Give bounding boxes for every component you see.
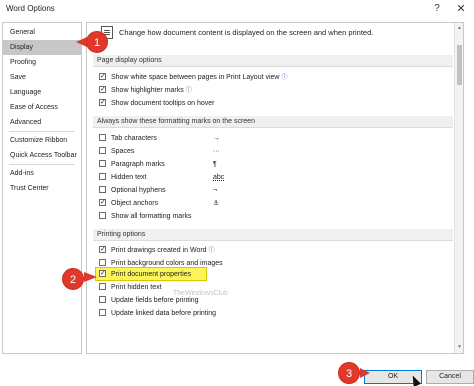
option-label: Spaces <box>111 148 135 155</box>
sidebar-item-language[interactable]: Language <box>3 85 81 100</box>
checkbox[interactable] <box>99 146 106 154</box>
sidebar-item-trust-center[interactable]: Trust Center <box>3 181 81 196</box>
step-badge-1: 1 <box>86 31 108 53</box>
title-bar: Word Options ? ✕ <box>0 0 474 20</box>
option-show-white-space[interactable]: ✓ Show white space between pages in Print… <box>99 72 288 83</box>
sidebar-item-proofing[interactable]: Proofing <box>3 55 81 70</box>
dialog-footer: OK Cancel <box>0 356 474 386</box>
option-show-highlighter-marks[interactable]: ✓ Show highlighter marks ⓘ <box>99 85 192 96</box>
sidebar-item-customize-ribbon[interactable]: Customize Ribbon <box>3 133 81 148</box>
option-show-all-formatting-marks[interactable]: Show all formatting marks <box>99 211 192 222</box>
section-header-formatting-marks: Always show these formatting marks on th… <box>93 116 453 128</box>
info-icon: ⓘ <box>208 248 215 254</box>
vertical-scrollbar[interactable]: ▲ ▼ <box>454 23 463 353</box>
option-label: Update fields before printing <box>111 297 199 304</box>
checkbox[interactable]: ✓ <box>99 85 106 93</box>
option-label: Update linked data before printing <box>111 310 217 317</box>
intro-text: Change how document content is displayed… <box>119 28 374 37</box>
scroll-thumb[interactable] <box>457 45 462 85</box>
option-label: Print drawings created in Word <box>111 247 207 254</box>
option-label: Print hidden text <box>111 284 162 291</box>
section-header-page-display: Page display options <box>93 55 453 67</box>
window-title: Word Options <box>6 4 55 13</box>
option-update-linked-data[interactable]: Update linked data before printing <box>99 308 216 319</box>
sidebar-item-save[interactable]: Save <box>3 70 81 85</box>
checkbox[interactable]: ✓ <box>99 72 106 80</box>
option-print-drawings[interactable]: ✓ Print drawings created in Word ⓘ <box>99 245 215 256</box>
cancel-button[interactable]: Cancel <box>426 370 474 384</box>
sidebar-divider <box>9 131 75 132</box>
checkbox[interactable]: ✓ <box>99 245 106 253</box>
option-label: Print background colors and images <box>111 260 223 267</box>
option-label: Print document properties <box>111 271 192 278</box>
sidebar-item-general[interactable]: General <box>3 25 81 40</box>
sidebar-item-advanced[interactable]: Advanced <box>3 115 81 130</box>
option-tab-characters[interactable]: Tab characters → <box>99 133 220 144</box>
hidden-text-mark-icon: abc <box>213 174 225 181</box>
info-icon: ⓘ <box>281 75 288 81</box>
sidebar-item-ease-of-access[interactable]: Ease of Access <box>3 100 81 115</box>
sidebar-item-quick-access-toolbar[interactable]: Quick Access Toolbar <box>3 148 81 163</box>
option-print-document-properties[interactable]: ✓ Print document properties <box>99 269 191 280</box>
callout-pointer <box>360 368 370 378</box>
watermark-text: TheWindowsClub <box>173 290 228 297</box>
option-paragraph-marks[interactable]: Paragraph marks ¶ <box>99 159 217 170</box>
checkbox[interactable] <box>99 258 106 266</box>
optional-hyphen-mark-icon: ¬ <box>213 187 218 194</box>
option-optional-hyphens[interactable]: Optional hyphens ¬ <box>99 185 217 196</box>
sidebar-divider <box>9 164 75 165</box>
option-object-anchors[interactable]: ✓ Object anchors ⚓ <box>99 198 219 209</box>
option-print-hidden-text[interactable]: Print hidden text <box>99 282 162 293</box>
sidebar-item-display[interactable]: Display <box>3 40 81 55</box>
step-badge-2: 2 <box>62 268 84 290</box>
option-label: Show document tooltips on hover <box>111 100 215 107</box>
section-header-printing: Printing options <box>93 229 453 241</box>
option-hidden-text[interactable]: Hidden text abc <box>99 172 224 183</box>
option-label: Paragraph marks <box>111 161 165 168</box>
option-label: Optional hyphens <box>111 187 166 194</box>
checkbox[interactable] <box>99 185 106 193</box>
checkbox[interactable]: ✓ <box>99 269 106 277</box>
callout-pointer <box>84 272 97 282</box>
option-label: Tab characters <box>111 135 157 142</box>
step-badge-3: 3 <box>338 362 360 384</box>
checkbox[interactable]: ✓ <box>99 198 106 206</box>
checkbox[interactable] <box>99 282 106 290</box>
option-label: Show white space between pages in Print … <box>111 74 280 81</box>
space-mark-icon: ··· <box>213 148 220 155</box>
scroll-down-icon[interactable]: ▼ <box>456 344 463 351</box>
option-spaces[interactable]: Spaces ··· <box>99 146 220 157</box>
sidebar-item-add-ins[interactable]: Add-ins <box>3 166 81 181</box>
anchor-icon: ⚓ <box>213 200 220 207</box>
option-label: Show all formatting marks <box>111 213 192 220</box>
checkbox[interactable] <box>99 172 106 180</box>
option-show-document-tooltips[interactable]: ✓ Show document tooltips on hover <box>99 98 215 109</box>
info-icon: ⓘ <box>185 88 192 94</box>
close-button[interactable]: ✕ <box>454 2 468 16</box>
scroll-up-icon[interactable]: ▲ <box>456 25 463 32</box>
option-label: Hidden text <box>111 174 147 181</box>
checkbox[interactable] <box>99 159 106 167</box>
display-options-panel: Change how document content is displayed… <box>86 22 464 354</box>
checkbox[interactable]: ✓ <box>99 98 106 106</box>
option-label: Show highlighter marks <box>111 87 184 94</box>
option-label: Object anchors <box>111 200 159 207</box>
paragraph-mark-icon: ¶ <box>213 161 217 168</box>
checkbox[interactable] <box>99 295 106 303</box>
options-sidebar: General Display Proofing Save Language E… <box>2 22 82 354</box>
tab-mark-icon: → <box>213 135 220 142</box>
checkbox[interactable] <box>99 133 106 141</box>
checkbox[interactable] <box>99 308 106 316</box>
help-button[interactable]: ? <box>430 2 444 16</box>
checkbox[interactable] <box>99 211 106 219</box>
